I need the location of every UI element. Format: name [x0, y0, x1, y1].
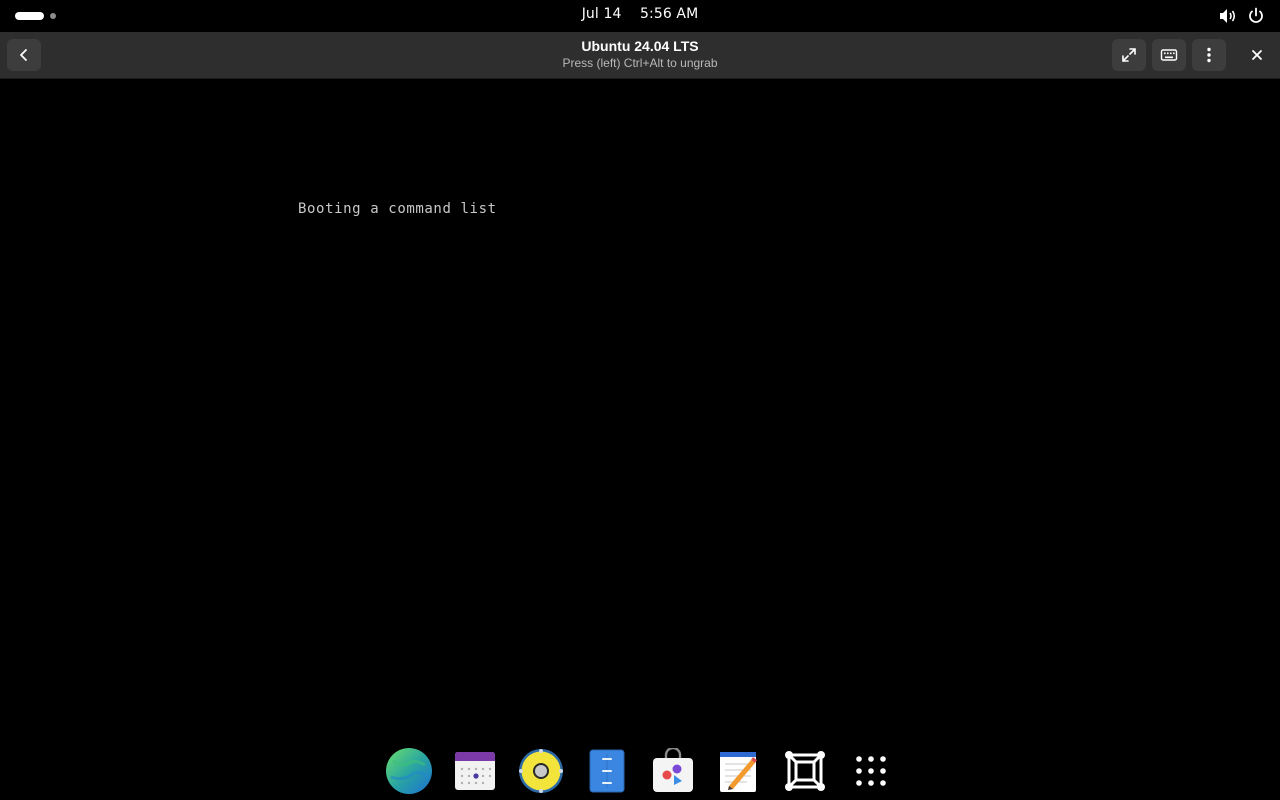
rhythmbox-icon[interactable] — [516, 746, 566, 796]
web-browser-icon[interactable] — [384, 746, 434, 796]
vm-display[interactable]: Booting a command list — [0, 79, 1280, 800]
window-title-area: Ubuntu 24.04 LTS Press (left) Ctrl+Alt t… — [440, 37, 840, 71]
back-button[interactable] — [7, 39, 41, 71]
dock — [380, 744, 900, 798]
volume-icon[interactable] — [1218, 6, 1238, 26]
fullscreen-icon — [1122, 48, 1136, 62]
workspace-dot[interactable] — [50, 13, 56, 19]
text-editor-icon[interactable] — [714, 746, 764, 796]
close-icon — [1252, 50, 1262, 60]
app-grid-icon[interactable] — [846, 746, 896, 796]
calendar-icon[interactable] — [450, 746, 500, 796]
console-text: Booting a command list — [298, 201, 497, 217]
keyboard-button[interactable] — [1152, 39, 1186, 71]
back-arrow-icon — [20, 49, 27, 61]
top-bar: Jul 14 5:56 AM — [0, 0, 1280, 32]
clock[interactable]: Jul 14 5:56 AM — [540, 6, 740, 22]
kebab-menu-icon — [1207, 47, 1211, 63]
files-icon[interactable] — [582, 746, 632, 796]
close-button[interactable] — [1240, 39, 1274, 71]
window-header: Ubuntu 24.04 LTS Press (left) Ctrl+Alt t… — [0, 32, 1280, 79]
power-icon[interactable] — [1246, 6, 1266, 26]
fullscreen-button[interactable] — [1112, 39, 1146, 71]
workspace-active-pill[interactable] — [15, 12, 44, 20]
window-title: Ubuntu 24.04 LTS — [581, 38, 699, 54]
keyboard-icon — [1160, 49, 1178, 61]
boxes-icon[interactable] — [780, 746, 830, 796]
window-subtitle: Press (left) Ctrl+Alt to ungrab — [562, 56, 718, 70]
menu-button[interactable] — [1192, 39, 1226, 71]
clock-date: Jul 14 — [581, 6, 622, 22]
clock-time: 5:56 AM — [640, 6, 699, 22]
software-icon[interactable] — [648, 746, 698, 796]
